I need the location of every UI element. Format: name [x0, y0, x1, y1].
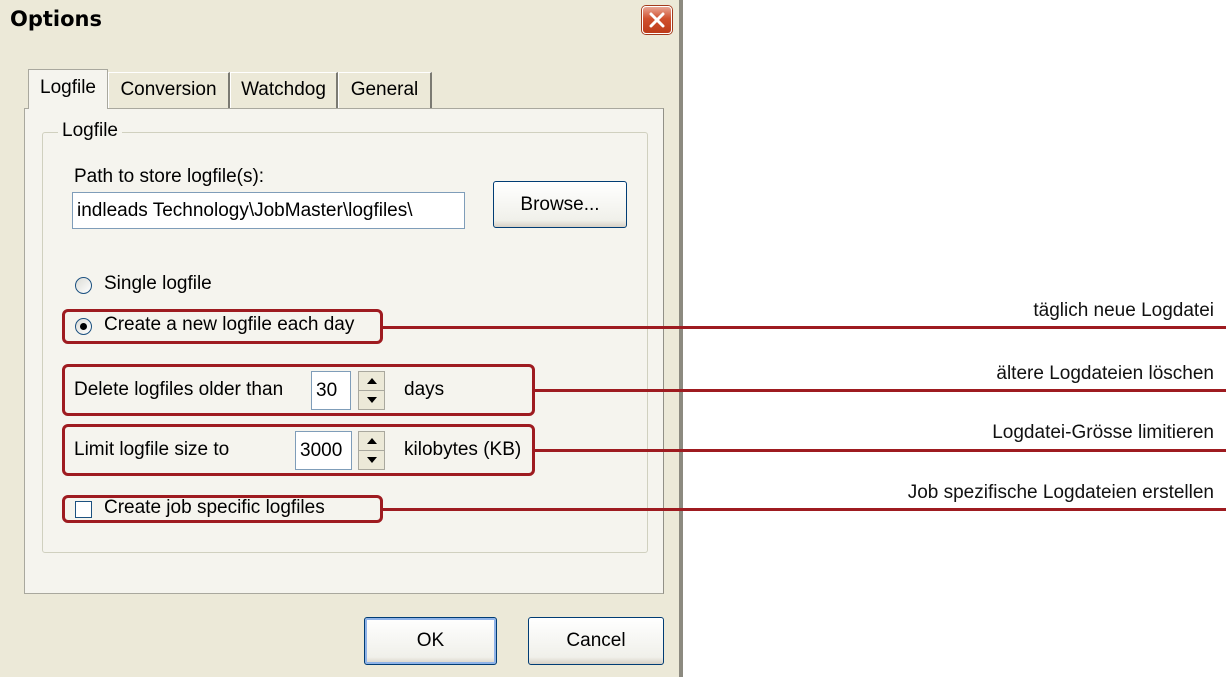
close-icon [649, 12, 665, 28]
annotation-limit: Logdatei-Grösse limitieren [992, 422, 1214, 443]
tab-watchdog[interactable]: Watchdog [230, 72, 338, 108]
callout-box-daily [62, 309, 383, 344]
browse-button[interactable]: Browse... [493, 181, 627, 228]
path-input[interactable]: indleads Technology\JobMaster\logfiles\ [72, 192, 465, 229]
callout-box-limit [62, 424, 535, 476]
annotation-daily: täglich neue Logdatei [1033, 300, 1214, 321]
callout-box-job [62, 495, 383, 523]
close-button[interactable] [642, 6, 672, 34]
leader-line-limit [535, 449, 1226, 452]
leader-line-delete [535, 389, 1226, 392]
annotation-job: Job spezifische Logdateien erstellen [907, 482, 1214, 503]
callout-box-delete [62, 364, 535, 416]
tab-conversion[interactable]: Conversion [108, 72, 230, 108]
ok-button[interactable]: OK [364, 617, 497, 665]
tab-logfile[interactable]: Logfile [28, 69, 108, 109]
leader-line-daily [383, 326, 1226, 329]
cancel-button[interactable]: Cancel [528, 617, 664, 665]
title-bar[interactable]: Options [0, 0, 679, 38]
group-title: Logfile [58, 120, 122, 142]
leader-line-job [383, 508, 1226, 511]
tab-general[interactable]: General [338, 72, 432, 108]
window-title: Options [10, 7, 102, 31]
annotation-delete: ältere Logdateien löschen [996, 363, 1214, 384]
single-logfile-radio[interactable] [75, 277, 92, 294]
single-logfile-label: Single logfile [104, 273, 212, 294]
path-label: Path to store logfile(s): [74, 166, 265, 187]
